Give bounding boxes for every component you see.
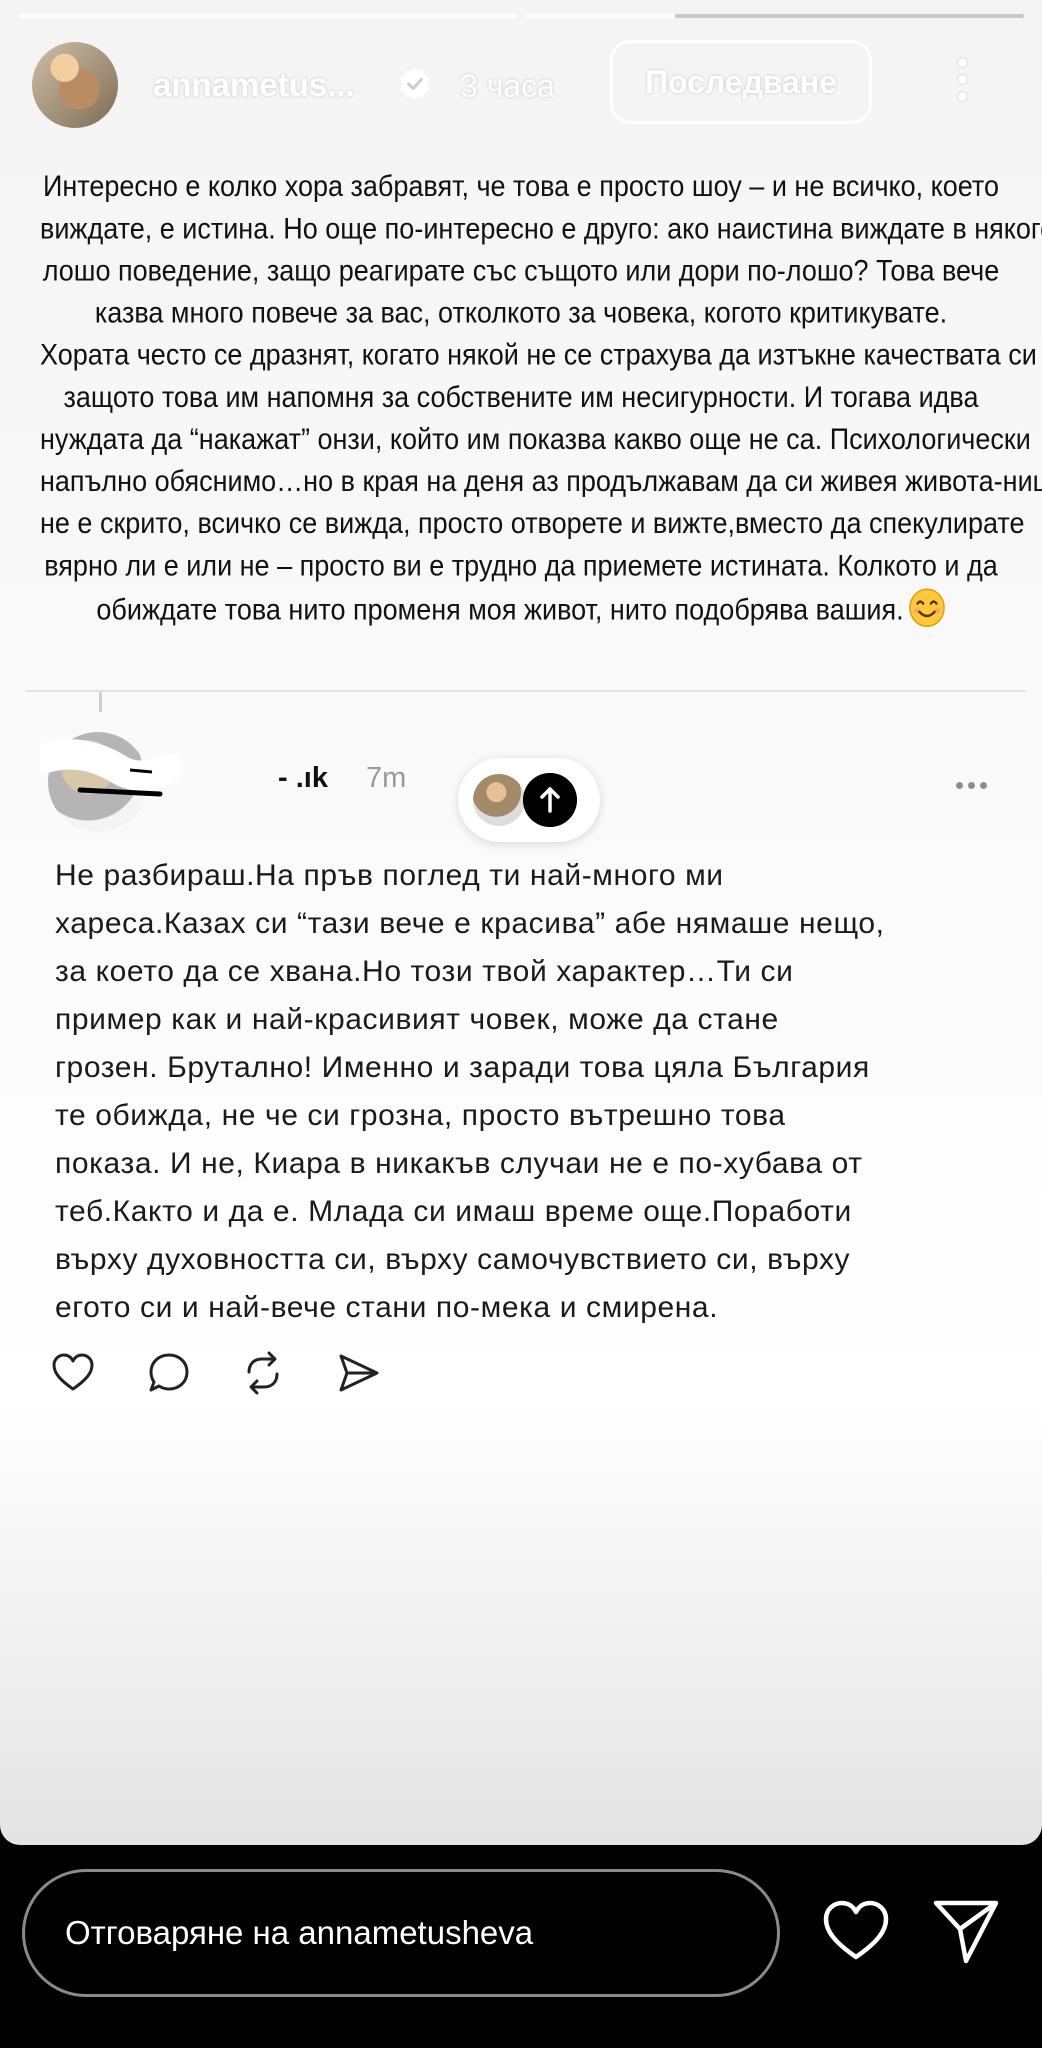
- progress-fill-1: [18, 14, 517, 18]
- progress-segment-1: [18, 14, 517, 18]
- story-frame[interactable]: annametus... 3 часа Последване Интересно…: [0, 0, 1042, 1845]
- avatar[interactable]: [32, 42, 118, 128]
- like-story-icon[interactable]: [820, 1895, 892, 1967]
- caption-line: виждате, е истина. Но още по-интересно е…: [40, 212, 1042, 245]
- redaction-scribble: [40, 739, 180, 797]
- caption-line: Интересно е колко хора забравят, че това…: [42, 170, 999, 203]
- smiling-face-icon: [908, 588, 945, 627]
- post-line: егото си и най-вече стани по-мека и смир…: [55, 1291, 719, 1324]
- comment-time: 7m: [366, 762, 407, 794]
- caption-last-line: обиждате това нито променя моя живот, ни…: [40, 587, 1002, 631]
- caption-line: лошо поведение, защо реагирате със същот…: [42, 254, 1000, 287]
- post-line: за което да се хвана.Но този твой характ…: [55, 955, 794, 988]
- caption-line: Хората често се дразнят, когато някой не…: [40, 338, 1042, 372]
- post-line: грозен. Брутално! Именно и заради това ц…: [55, 1051, 870, 1084]
- caption-line: нуждата да “накажат” онзи, който им пока…: [40, 423, 1031, 456]
- progress-segment-2: [525, 14, 1024, 18]
- post-line: теб.Както и да е. Млада си имаш време ощ…: [55, 1195, 852, 1228]
- heart-icon[interactable]: [50, 1350, 96, 1396]
- post-more-icon[interactable]: [956, 776, 996, 789]
- pill-avatar: [473, 774, 525, 826]
- story-caption: Интересно е колко хора забравят, че това…: [40, 166, 1042, 631]
- story-header: annametus... 3 часа Последване: [30, 40, 1022, 130]
- post-line: Не разбираш.На пръв поглед ти най-много …: [55, 859, 724, 892]
- post-line: пример как и най-красивият човек, може д…: [55, 1003, 779, 1036]
- repost-icon[interactable]: [240, 1350, 286, 1396]
- post-body: Не разбираш.На пръв поглед ти най-много …: [55, 852, 1015, 1332]
- post-line: те обижда, не че си грозна, просто вътре…: [55, 1099, 786, 1132]
- post-line: показа. И не, Киара в никакъв случаи не …: [55, 1147, 863, 1180]
- follow-button[interactable]: Последване: [610, 40, 872, 124]
- reply-input[interactable]: [22, 1869, 780, 1997]
- reply-bar: [0, 1845, 1042, 2048]
- progress-fill-2: [525, 14, 675, 18]
- arrow-up-icon[interactable]: [523, 773, 577, 827]
- thread-connector: [99, 692, 102, 712]
- caption-line: вярно ли е или не – просто ви е трудно д…: [44, 549, 998, 582]
- post-line: хареса.Казах си “тази вече е красива” аб…: [55, 907, 885, 940]
- verified-badge-icon: [399, 67, 431, 101]
- send-icon[interactable]: [930, 1895, 1002, 1967]
- post-line: върху духовността си, върху самочувствие…: [55, 1243, 851, 1276]
- more-options-icon[interactable]: [952, 58, 972, 108]
- story-username[interactable]: annametus...: [153, 66, 355, 104]
- commenter-handle[interactable]: - .ık: [278, 762, 328, 795]
- caption-line: напълно обяснимо…но в края на деня аз пр…: [40, 465, 1042, 498]
- caption-line-text: обиждате това нито променя моя живот, ни…: [96, 593, 904, 627]
- story-progress: [18, 14, 1024, 18]
- caption-line: не е скрито, всичко се вижда, просто отв…: [40, 507, 1025, 540]
- caption-line: казва много повече за вас, отколкото за …: [94, 296, 948, 330]
- comment-icon[interactable]: [146, 1350, 192, 1396]
- caption-line: защото това им напомня за собствените им…: [63, 380, 979, 414]
- card-divider: [26, 690, 1026, 692]
- share-icon[interactable]: [336, 1350, 382, 1396]
- story-time: 3 часа: [460, 68, 555, 104]
- repost-pill[interactable]: [458, 758, 600, 842]
- thread-post-card[interactable]: - .ık 7m Не разбираш.На пръв поглед ти н…: [26, 690, 1026, 1395]
